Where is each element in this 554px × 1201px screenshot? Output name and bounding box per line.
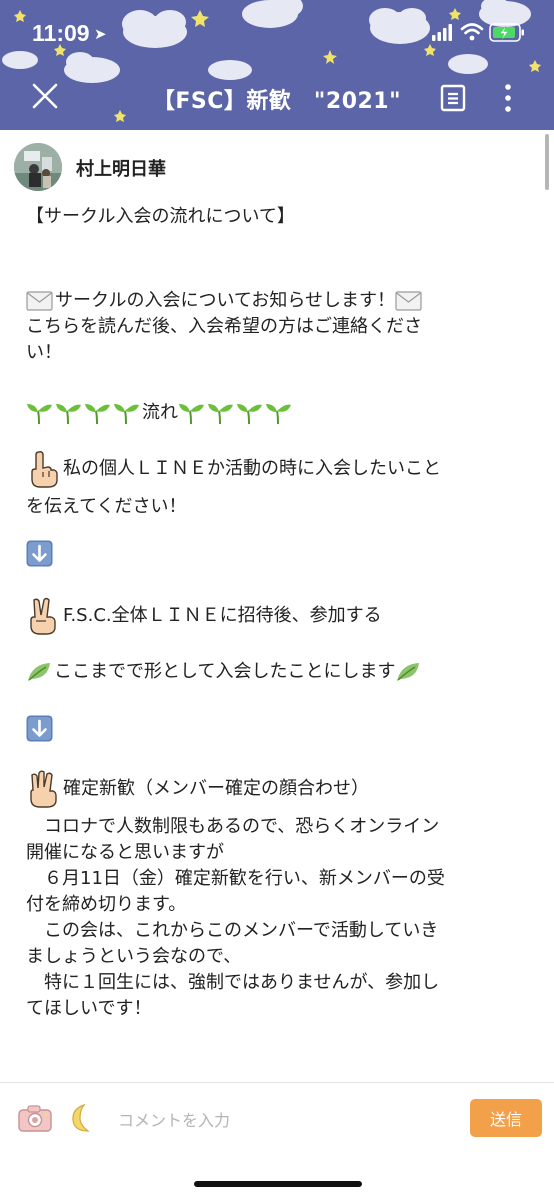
flow-label: 流れ: [142, 402, 178, 423]
hand-three-icon: [30, 770, 57, 808]
status-icons: [432, 23, 524, 42]
body-line-8: てほしいです！: [26, 998, 152, 1019]
leaf-icon: [397, 663, 420, 681]
location-arrow-icon: ➤: [94, 25, 107, 43]
avatar[interactable]: [14, 143, 62, 191]
home-indicator[interactable]: [194, 1181, 362, 1187]
body-line-3: ６月11日（金）確定新歓を行い、新メンバーの受: [26, 868, 445, 889]
moon-icon[interactable]: [68, 1103, 96, 1133]
joined-note-text: ここまでで形として入会したことにします: [54, 661, 396, 682]
body-line-4: 付を締め切ります。: [26, 894, 187, 915]
signal-icon: [432, 24, 452, 41]
sprout-icon: [56, 404, 81, 425]
close-icon[interactable]: [30, 81, 60, 111]
wifi-icon: [460, 23, 484, 35]
sprout-icon: [237, 404, 262, 425]
app-header: 11:09 ➤ 【FSC】新歓 "2021": [0, 0, 554, 130]
sprout-icon: [114, 404, 139, 425]
battery-icon: [489, 23, 524, 42]
body-line-7: 特に１回生には、強制ではありませんが、参加し: [26, 972, 440, 993]
step1-text-1: 私の個人ＬＩＮＥか活動の時に入会したいこと: [63, 458, 441, 479]
hand-two-icon: [30, 597, 56, 635]
intro-line-2: こちらを読んだ後、入会希望の方はご連絡くださ: [26, 316, 422, 337]
page-title: 【FSC】新歓 "2021": [152, 89, 402, 114]
hand-one-icon: [31, 451, 58, 488]
body-line-6: ましょうという会なので、: [26, 946, 242, 967]
intro-line-1: サークルの入会についてお知らせします！: [26, 288, 536, 314]
joined-note-line: ここまでで形として入会したことにします: [26, 659, 536, 685]
sprout-icon: [179, 404, 204, 425]
send-button[interactable]: 送信: [470, 1099, 542, 1137]
sprout-icon: [85, 404, 110, 425]
step1-line-1: 私の個人ＬＩＮＥか活動の時に入会したいこと: [26, 450, 536, 488]
post-content[interactable]: 村上明日華 【サークル入会の流れについて】 サークルの入会についてお知らせします…: [0, 130, 554, 1082]
step1-line-2: を伝えてください！: [26, 496, 187, 517]
author-name[interactable]: 村上明日華: [76, 155, 166, 181]
step2-text: F.S.C.全体ＬＩＮＥに招待後、参加する: [63, 605, 382, 626]
avatar-photo: [14, 143, 62, 191]
menu-icon[interactable]: [440, 84, 466, 112]
body-line-5: この会は、これからこのメンバーで活動していき: [26, 920, 439, 941]
step2-line: F.S.C.全体ＬＩＮＥに招待後、参加する: [26, 597, 536, 635]
sprout-icon: [27, 404, 52, 425]
comment-input[interactable]: [116, 1105, 450, 1135]
flow-line: 流れ: [26, 400, 536, 426]
sprout-icon: [208, 404, 233, 425]
comment-bar: 送信: [0, 1082, 554, 1201]
status-time: 11:09: [32, 20, 90, 46]
body-line-1: コロナで人数制限もあるので、恐らくオンライン: [26, 816, 440, 837]
step3-line: 確定新歓（メンバー確定の顔合わせ）: [26, 770, 536, 808]
intro-text-1: サークルの入会についてお知らせします！: [55, 290, 396, 311]
sprout-icon: [266, 404, 291, 425]
down-arrow-icon: [26, 540, 53, 567]
step3-text: 確定新歓（メンバー確定の顔合わせ）: [63, 778, 369, 799]
more-icon[interactable]: [498, 82, 518, 114]
intro-line-3: い！: [26, 342, 62, 363]
post-heading: 【サークル入会の流れについて】: [26, 206, 295, 227]
scrollbar[interactable]: [545, 134, 549, 190]
down-arrow-icon: [26, 715, 53, 742]
post-body: 【サークル入会の流れについて】 サークルの入会についてお知らせします！ こちらを…: [26, 204, 536, 1022]
camera-icon[interactable]: [18, 1103, 52, 1133]
body-line-2: 開催になると思いますが: [26, 842, 224, 863]
envelope-icon: [26, 291, 53, 311]
envelope-icon: [395, 291, 422, 311]
leaf-icon: [28, 663, 50, 681]
